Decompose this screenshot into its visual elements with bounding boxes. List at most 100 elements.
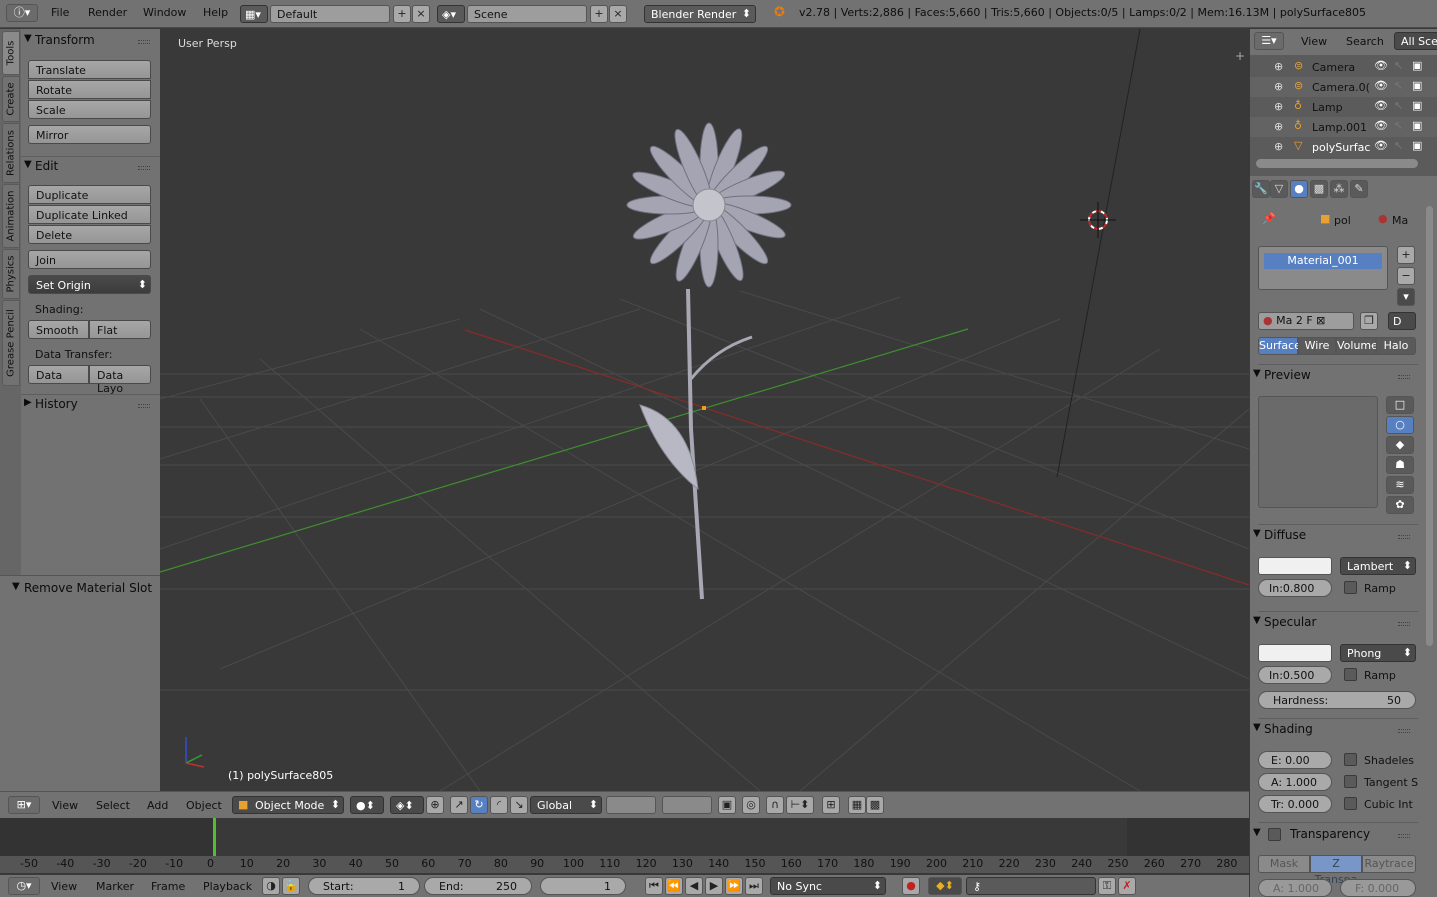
smooth-button[interactable]: Smooth [28, 320, 89, 339]
menu-file[interactable]: File [51, 6, 69, 19]
pivot-select[interactable]: ◈⬍ [390, 796, 424, 814]
edit-panel-header[interactable]: ▼ Edit [21, 156, 160, 176]
tangent-shading-checkbox[interactable] [1344, 775, 1357, 788]
select-arrow-icon[interactable]: ↖ [1394, 59, 1403, 72]
start-frame-field[interactable]: Start: 1 [308, 877, 420, 895]
render-camera-icon[interactable]: ▣ [1412, 139, 1422, 152]
add-material-slot-button[interactable]: + [1397, 246, 1415, 264]
drag-grip-icon[interactable] [1398, 834, 1410, 838]
outliner-item-lamp-001[interactable]: ⊕ ♁ Lamp.001 👁 ↖ ▣ [1250, 117, 1437, 137]
translate-button[interactable]: Translate [28, 60, 151, 79]
set-origin-select[interactable]: Set Origin ⬍ [28, 275, 151, 294]
preview-cube-icon[interactable]: ◆ [1386, 436, 1414, 454]
visibility-eye-icon[interactable]: 👁 [1374, 99, 1388, 112]
record-icon[interactable]: ● [902, 877, 920, 895]
snap-target-icon[interactable]: ⊢⬍ [786, 796, 814, 814]
menu-help[interactable]: Help [203, 6, 228, 19]
redo-panel-header[interactable]: ▼ Remove Material Slot [0, 579, 160, 599]
expand-icon[interactable]: ⊕ [1274, 140, 1283, 153]
expand-icon[interactable]: ⊕ [1274, 60, 1283, 73]
remove-layout-button[interactable]: × [412, 5, 430, 23]
transparency-checkbox[interactable] [1268, 828, 1281, 841]
insert-keyframe-icon[interactable]: ⚿ [1098, 877, 1116, 895]
preview-monkey-icon[interactable]: ☗ [1386, 456, 1414, 474]
drag-grip-icon[interactable] [1398, 375, 1410, 379]
preview-panel-header[interactable]: ▼ Preview [1250, 366, 1420, 386]
alpha-field[interactable]: A: 1.000 [1258, 879, 1332, 897]
tab-data-icon[interactable]: ▽ [1270, 180, 1288, 198]
outliner-item-camera-001[interactable]: ⊕ ⊜ Camera.0( 👁 ↖ ▣ [1250, 77, 1437, 97]
outliner-filter-select[interactable]: All Sce [1394, 32, 1437, 50]
tab-create[interactable]: Create [2, 76, 20, 122]
tab-texture-icon[interactable]: ▩ [1310, 180, 1328, 198]
mode-select[interactable]: ■ Object Mode ⬍ [232, 796, 344, 814]
menu-view[interactable]: View [52, 799, 78, 812]
shading-panel-header[interactable]: ▼ Shading [1250, 720, 1420, 740]
sync-select[interactable]: No Sync ⬍ [770, 877, 886, 895]
editor-type-button[interactable]: ⊞▾ [8, 796, 40, 814]
specular-intensity-field[interactable]: In:0.500 [1258, 666, 1332, 684]
visibility-eye-icon[interactable]: 👁 [1374, 119, 1388, 132]
drag-grip-icon[interactable] [1398, 729, 1410, 733]
select-arrow-icon[interactable]: ↖ [1394, 119, 1403, 132]
diffuse-shader-select[interactable]: Lambert ⬍ [1340, 557, 1416, 575]
transform-panel-header[interactable]: ▼ Transform [21, 31, 160, 51]
drag-grip-icon[interactable] [1398, 622, 1410, 626]
drag-grip-icon[interactable] [138, 166, 150, 170]
visibility-eye-icon[interactable]: 👁 [1374, 139, 1388, 152]
tab-tools[interactable]: Tools [2, 31, 20, 75]
menu-timeline-view[interactable]: View [51, 880, 77, 893]
tab-particles-icon[interactable]: ⁂ [1330, 180, 1348, 198]
tab-volume[interactable]: Volume [1336, 337, 1378, 355]
menu-window[interactable]: Window [143, 6, 186, 19]
transparency-panel-header[interactable]: ▼ Transparency [1250, 825, 1420, 845]
diffuse-panel-header[interactable]: ▼ Diffuse [1250, 526, 1420, 546]
add-scene-button[interactable]: + [590, 5, 608, 23]
3d-viewport[interactable]: + User Persp (1) polySurface805 [160, 29, 1249, 791]
flat-button[interactable]: Flat [89, 320, 151, 339]
snap-icon[interactable]: ∩ [766, 796, 784, 814]
layers-grid-1[interactable] [606, 796, 656, 814]
outliner-item-lamp[interactable]: ⊕ ♁ Lamp 👁 ↖ ▣ [1250, 97, 1437, 117]
data-transfer-button[interactable]: Data [28, 365, 89, 384]
duplicate-linked-button[interactable]: Duplicate Linked [28, 205, 151, 224]
material-slot-list[interactable]: Material_001 [1258, 246, 1388, 290]
diffuse-color-swatch[interactable] [1258, 557, 1332, 575]
render-engine-select[interactable]: Blender Render ⬍ [644, 5, 756, 23]
close-icon[interactable]: ⊠ [1316, 314, 1325, 327]
outliner-menu-search[interactable]: Search [1346, 35, 1384, 48]
preview-world-icon[interactable]: ✿ [1386, 496, 1414, 514]
menu-add[interactable]: Add [147, 799, 168, 812]
drag-grip-icon[interactable] [138, 40, 150, 44]
tab-grease-pencil[interactable]: Grease Pencil [2, 300, 20, 386]
cubic-interpolation-checkbox[interactable] [1344, 797, 1357, 810]
rotate-manipulator-icon[interactable]: ↻ [470, 796, 488, 814]
keying-set-icon[interactable]: ◆⬍ [928, 877, 962, 895]
menu-render[interactable]: Render [88, 6, 127, 19]
material-link-select[interactable]: D [1388, 312, 1416, 330]
expand-icon[interactable]: ⊕ [1274, 100, 1283, 113]
scene-icon[interactable]: ◈▾ [437, 5, 465, 23]
fresnel-field[interactable]: F: 0.000 [1340, 879, 1416, 897]
properties-scrollbar[interactable] [1426, 206, 1433, 646]
info-editor-type-button[interactable]: ⓘ▾ [6, 4, 38, 22]
specular-panel-header[interactable]: ▼ Specular [1250, 613, 1420, 633]
render-anim-icon[interactable]: ▩ [866, 796, 884, 814]
lock-layers-icon[interactable]: ▣ [718, 796, 736, 814]
render-camera-icon[interactable]: ▦ [848, 796, 866, 814]
jump-keyframe-back-icon[interactable]: ⏪ [665, 877, 683, 895]
transparency-raytrace-button[interactable]: Raytrace [1362, 855, 1416, 873]
outliner-item-camera[interactable]: ⊕ ⊜ Camera 👁 ↖ ▣ [1250, 57, 1437, 77]
specular-ramp-checkbox[interactable] [1344, 668, 1357, 681]
visibility-eye-icon[interactable]: 👁 [1374, 59, 1388, 72]
translate-manipulator-icon[interactable]: ↗ [450, 796, 468, 814]
outliner-item-polysurface[interactable]: ⊕ ▽ polySurfac 👁 ↖ ▣ [1250, 137, 1437, 157]
history-panel-header[interactable]: ▶ History [21, 394, 160, 414]
diffuse-ramp-checkbox[interactable] [1344, 581, 1357, 594]
menu-object[interactable]: Object [186, 799, 222, 812]
tab-physics[interactable]: Physics [2, 249, 20, 299]
expand-icon[interactable]: ⊕ [1274, 80, 1283, 93]
delete-button[interactable]: Delete [28, 225, 151, 244]
remove-material-slot-button[interactable]: − [1397, 267, 1415, 285]
specular-shader-select[interactable]: Phong ⬍ [1340, 644, 1416, 662]
